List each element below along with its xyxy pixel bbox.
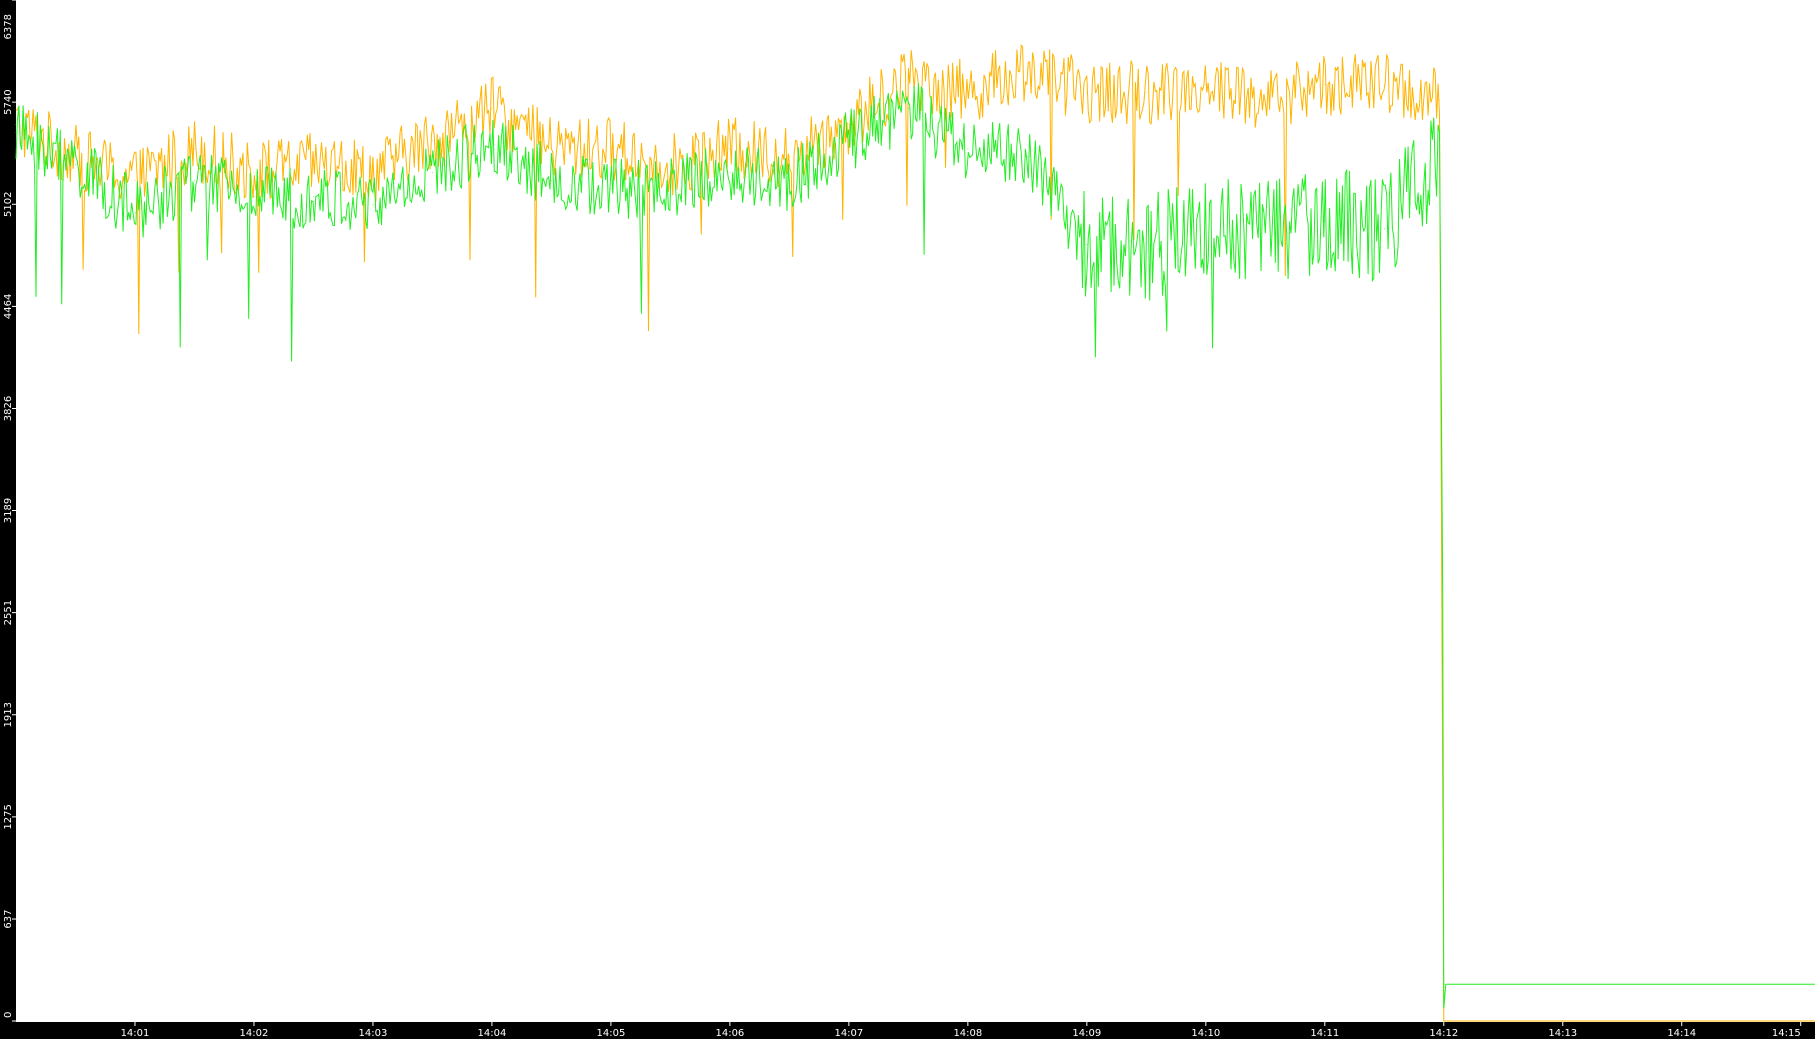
series-2-point [1205, 220, 1207, 222]
series-1-point [1443, 1020, 1445, 1022]
series-1-point [788, 156, 791, 158]
x-tick-label: 14:07 [834, 1028, 863, 1039]
series-2-point [1145, 252, 1147, 254]
y-tick-label: 4464 [3, 294, 14, 319]
series-1-point [134, 180, 136, 182]
series-2-point [431, 172, 433, 174]
series-1-point [610, 148, 612, 150]
chart-svg: 0 637 1275 1913 2551 3189 3826 4464 5102 5740 6378… [0, 0, 1815, 1039]
series-2-point [15, 131, 17, 134]
x-tick-label: 14:02 [240, 1028, 269, 1039]
series-2-point [967, 148, 969, 150]
series-1-point [1324, 83, 1326, 86]
x-tick-label: 14:11 [1310, 1028, 1339, 1039]
series-1-point [312, 164, 315, 166]
series-1-point [1439, 99, 1441, 102]
series-2-point [1324, 220, 1326, 222]
series-2-point [134, 212, 136, 214]
series-2-point [1800, 983, 1802, 985]
series-1-point [729, 148, 731, 150]
series-1-point [372, 172, 374, 174]
series-1-point [193, 148, 196, 150]
series-2-point [1264, 228, 1266, 230]
y-tick-label: 5740 [3, 89, 14, 114]
x-tick-label: 14:06 [715, 1028, 744, 1039]
series-2-point [669, 188, 672, 190]
series-1-point [1264, 99, 1266, 102]
y-tick-label: 1275 [3, 804, 14, 829]
x-tick-label: 14:13 [1548, 1028, 1577, 1039]
y-tick-label: 1913 [3, 702, 14, 727]
series-1-point [253, 172, 255, 174]
series-1-point [431, 140, 433, 142]
series-2-point [1443, 983, 1445, 985]
series-1-point [1086, 91, 1088, 94]
series-1-point [1026, 67, 1028, 70]
line-chart: 0 637 1275 1913 2551 3189 3826 4464 5102 5740 6378… [0, 0, 1815, 1039]
series-1-point [907, 75, 910, 78]
x-axis-bar [0, 1022, 1815, 1039]
series-2-point [1383, 228, 1385, 230]
series-1-point [1383, 83, 1385, 86]
x-tick-label: 14:12 [1429, 1028, 1458, 1039]
y-tick-label: 0 [3, 1012, 14, 1018]
x-tick-label: 14:10 [1191, 1028, 1220, 1039]
series-1-point [1205, 83, 1207, 86]
x-tick-label: 14:08 [953, 1028, 982, 1039]
series-2-point [1562, 983, 1564, 985]
series-1-point [1800, 1020, 1802, 1022]
y-tick-label: 2551 [3, 600, 14, 625]
series-1-point [967, 91, 969, 94]
series-2-point [1681, 983, 1683, 985]
series-2-point [193, 180, 196, 182]
series-2-point [610, 188, 612, 190]
series-1-point [550, 148, 553, 150]
series-2-point [907, 107, 910, 110]
series-2-point [74, 164, 77, 166]
series-2-point [1026, 156, 1028, 158]
series-1-point [1562, 1020, 1564, 1022]
y-tick-label: 6378 [3, 14, 14, 39]
series-1-point [15, 123, 17, 126]
series-2-point [848, 140, 850, 142]
series-2-point [1439, 156, 1441, 158]
series-1-point [848, 123, 850, 126]
series-2-point [491, 140, 493, 142]
x-tick-label: 14:01 [121, 1028, 150, 1039]
series-2-point [788, 180, 791, 182]
x-tick-label: 14:09 [1072, 1028, 1101, 1039]
series-2-point [312, 196, 315, 198]
x-tick-label: 14:15 [1772, 1028, 1801, 1039]
series-1-point [1681, 1020, 1683, 1022]
series-2-point [550, 180, 553, 182]
series-2-point [729, 172, 731, 174]
x-tick-label: 14:14 [1667, 1028, 1696, 1039]
series-1-point [491, 107, 493, 110]
x-tick-label: 14:03 [359, 1028, 388, 1039]
series-2-point [372, 204, 374, 206]
x-tick-label: 14:04 [478, 1028, 507, 1039]
x-tick-label: 14:05 [596, 1028, 625, 1039]
y-tick-label: 637 [3, 909, 14, 928]
series-1-point [1145, 91, 1147, 94]
y-tick-label: 5102 [3, 192, 14, 217]
series-2-point [1086, 244, 1088, 246]
series-2-point [253, 196, 255, 198]
y-tick-label: 3826 [3, 396, 14, 421]
y-tick-label: 3189 [3, 498, 14, 523]
